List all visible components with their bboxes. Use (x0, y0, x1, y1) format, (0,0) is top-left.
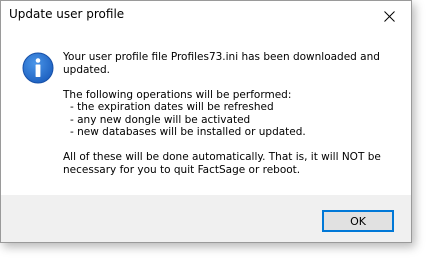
ok-button[interactable]: OK (322, 210, 394, 232)
window-title: Update user profile (9, 7, 125, 21)
message-item: - any new dongle will be activated (70, 113, 251, 126)
message-item: - the expiration dates will be refreshed (70, 101, 274, 113)
dialog-window: Update user profile Your user profile fi… (0, 0, 412, 243)
dialog-content: Your user profile file Profiles73.ini ha… (1, 31, 411, 195)
message-item: - new databases will be installed or upd… (70, 126, 306, 138)
title-bar[interactable]: Update user profile (1, 1, 411, 31)
message-closing: All of these will be done automatically.… (63, 151, 381, 176)
info-icon (22, 52, 54, 84)
close-icon (383, 10, 395, 22)
message-intro: The following operations will be perform… (63, 88, 292, 101)
message-line-downloaded: Your user profile file Profiles73.ini ha… (63, 51, 380, 76)
dialog-footer: OK (1, 195, 411, 242)
message-text: Your user profile file Profiles73.ini ha… (63, 51, 403, 176)
close-button[interactable] (367, 1, 411, 31)
